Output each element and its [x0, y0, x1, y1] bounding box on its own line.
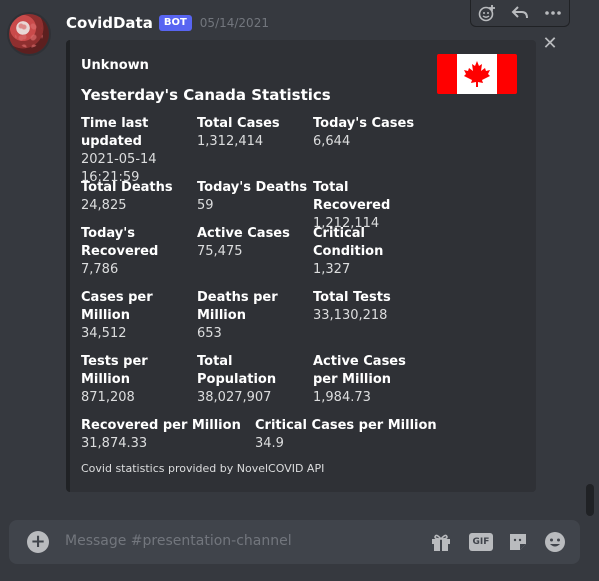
- field-cases-per-million: Cases per Million 34,512: [81, 289, 193, 343]
- field-deaths-per-million: Deaths per Million 653: [197, 289, 287, 343]
- field-value: 24,825: [81, 198, 127, 213]
- field-todays-deaths: Today's Deaths 59: [197, 179, 309, 215]
- more-options-icon[interactable]: [541, 1, 565, 25]
- field-name: Critical Condition: [313, 226, 384, 259]
- field-total-population: Total Population 38,027,907: [197, 353, 309, 407]
- gift-icon[interactable]: [429, 530, 453, 554]
- field-name: Today's Cases: [313, 116, 415, 131]
- field-name: Total Population: [197, 354, 277, 387]
- scrollbar-thumb[interactable]: [586, 484, 594, 516]
- field-name: Critical Cases per Million: [255, 418, 437, 433]
- embed-title: Yesterday's Canada Statistics: [81, 86, 331, 104]
- field-name: Today's Deaths: [197, 180, 308, 195]
- canada-flag-icon: [437, 54, 517, 94]
- bot-avatar[interactable]: [9, 14, 49, 54]
- field-total-cases: Total Cases 1,312,414: [197, 115, 309, 151]
- field-name: Time last updated: [81, 116, 149, 149]
- add-reaction-icon[interactable]: [475, 1, 499, 25]
- gif-icon[interactable]: GIF: [468, 530, 494, 554]
- field-name: Total Recovered: [313, 180, 391, 213]
- message-hover-toolbar: [470, 0, 570, 27]
- field-critical-condition: Critical Condition 1,327: [313, 225, 433, 279]
- field-tests-per-million: Tests per Million 871,208: [81, 353, 193, 407]
- field-name: Tests per Million: [81, 354, 148, 387]
- field-name: Total Cases: [197, 116, 280, 131]
- embed-footer: Covid statistics provided by NovelCOVID …: [81, 462, 325, 475]
- field-value: 34,512: [81, 326, 127, 341]
- username[interactable]: CovidData: [66, 14, 153, 32]
- field-value: 871,208: [81, 390, 135, 405]
- field-value: 1,327: [313, 262, 351, 277]
- field-total-tests: Total Tests 33,130,218: [313, 289, 425, 325]
- field-recovered-per-million: Recovered per Million 31,874.33: [81, 417, 251, 453]
- field-name: Deaths per Million: [197, 290, 278, 323]
- field-name: Active Cases per Million: [313, 354, 406, 387]
- message-header: CovidData BOT 05/14/2021: [66, 14, 269, 32]
- field-name: Total Deaths: [81, 180, 173, 195]
- field-value: 31,874.33: [81, 436, 148, 451]
- reply-icon[interactable]: [508, 1, 532, 25]
- bot-badge: BOT: [158, 15, 192, 31]
- field-value: 75,475: [197, 244, 243, 259]
- gif-label: GIF: [469, 533, 493, 551]
- field-todays-recovered: Today's Recovered 7,786: [81, 225, 181, 279]
- field-name: Total Tests: [313, 290, 391, 305]
- field-active-cases: Active Cases 75,475: [197, 225, 309, 261]
- message-input[interactable]: Message #presentation-channel: [65, 533, 292, 549]
- field-value: 33,130,218: [313, 308, 388, 323]
- field-value: 7,786: [81, 262, 119, 277]
- field-value: 1,312,414: [197, 134, 264, 149]
- field-active-cases-per-million: Active Cases per Million 1,984.73: [313, 353, 423, 407]
- field-name: Recovered per Million: [81, 418, 241, 433]
- message-timestamp: 05/14/2021: [199, 16, 269, 30]
- field-value: 34.9: [255, 436, 284, 451]
- emoji-icon[interactable]: [543, 530, 567, 554]
- field-todays-cases: Today's Cases 6,644: [313, 115, 425, 151]
- field-value: 1,984.73: [313, 390, 371, 405]
- field-name: Today's Recovered: [81, 226, 159, 259]
- embed-author: Unknown: [81, 58, 149, 73]
- field-time-last-updated: Time last updated 2021-05-14 16:21:59: [81, 115, 193, 187]
- field-value: 38,027,907: [197, 390, 272, 405]
- close-icon[interactable]: ✕: [542, 35, 558, 53]
- field-critical-cases-per-million: Critical Cases per Million 34.9: [255, 417, 445, 453]
- field-value: 6,644: [313, 134, 351, 149]
- sticker-icon[interactable]: [506, 530, 530, 554]
- plus-icon[interactable]: +: [27, 531, 49, 553]
- field-total-deaths: Total Deaths 24,825: [81, 179, 193, 215]
- field-name: Active Cases: [197, 226, 290, 241]
- field-value: 653: [197, 326, 222, 341]
- field-value: 59: [197, 198, 214, 213]
- field-name: Cases per Million: [81, 290, 153, 323]
- message-composer[interactable]: + Message #presentation-channel GIF: [9, 520, 580, 564]
